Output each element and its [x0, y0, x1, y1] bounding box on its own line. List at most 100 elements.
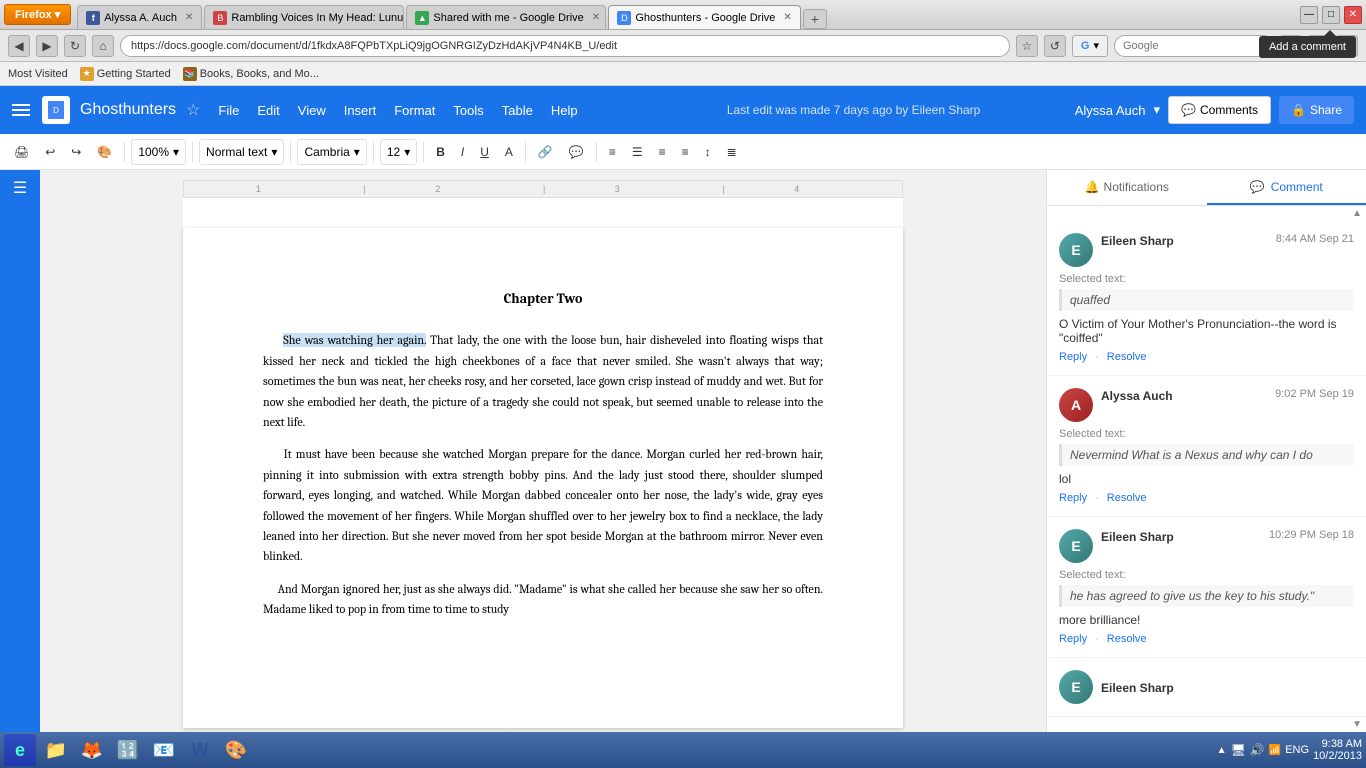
maximize-button[interactable]: □ [1322, 6, 1340, 24]
reload-button[interactable]: ↻ [64, 35, 86, 57]
scroll-down-arrow[interactable]: ▼ [1352, 719, 1362, 730]
align-center-button[interactable]: ☰ [626, 139, 649, 165]
search-input[interactable] [1114, 35, 1274, 57]
bold-button[interactable]: B [430, 139, 451, 165]
comment-tab-label: Comment [1271, 180, 1323, 194]
reply-button-3[interactable]: Reply [1059, 633, 1087, 645]
link-button[interactable]: 🔗 [532, 139, 559, 165]
resolve-button-1[interactable]: Resolve [1107, 351, 1147, 363]
close-button[interactable]: ✕ [1344, 6, 1362, 24]
menu-edit[interactable]: Edit [249, 99, 287, 122]
google-search-engine[interactable]: G ▾ [1072, 35, 1108, 57]
menu-file[interactable]: File [210, 99, 247, 122]
user-dropdown[interactable]: ▾ [1154, 102, 1161, 118]
reply-button-2[interactable]: Reply [1059, 492, 1087, 504]
tab-blog[interactable]: B Rambling Voices In My Head: Lunula ✕ [204, 5, 404, 29]
taskbar-word-icon[interactable]: W [184, 734, 216, 766]
bookmark-most-visited[interactable]: Most Visited [8, 68, 68, 80]
menu-help[interactable]: Help [543, 99, 586, 122]
share-button[interactable]: 🔒 Share [1279, 96, 1354, 124]
new-tab-button[interactable]: + [803, 9, 827, 29]
document-page[interactable]: Chapter Two She was watching her again. … [183, 228, 903, 728]
menu-insert[interactable]: Insert [336, 99, 385, 122]
font-select[interactable]: Cambria ▾ [297, 139, 366, 165]
comment-quote-3: he has agreed to give us the key to his … [1059, 585, 1354, 607]
language-indicator[interactable]: ENG [1285, 744, 1309, 756]
zoom-select[interactable]: 100% ▾ [131, 139, 186, 165]
tray-wifi[interactable]: 📶 [1269, 745, 1281, 756]
tab-gdoc[interactable]: D Ghosthunters - Google Drive ✕ [608, 5, 800, 29]
italic-button[interactable]: I [455, 139, 470, 165]
underline-button[interactable]: U [474, 139, 495, 165]
sidebar-menu-icon[interactable]: ☰ [13, 178, 27, 198]
comments-button[interactable]: 💬 Comments [1168, 96, 1271, 124]
align-left-button[interactable]: ≡ [603, 139, 622, 165]
forward-button[interactable]: ▶ [36, 35, 58, 57]
comment-text-2: lol [1059, 472, 1354, 486]
home-button[interactable]: ⌂ [92, 35, 114, 57]
tray-network[interactable]: 🖥 [1231, 743, 1246, 757]
taskbar-outlook-icon[interactable]: 📧 [148, 734, 180, 766]
paint-format-button[interactable]: 🎨 [91, 139, 118, 165]
taskbar-ie-icon[interactable]: e [4, 734, 36, 766]
insert-comment-button[interactable]: 💬 [563, 139, 590, 165]
star-button[interactable]: ☆ [186, 100, 200, 120]
tray-sound[interactable]: 🔊 [1250, 743, 1265, 757]
comment-tab[interactable]: 💬 Comment Add a comment [1207, 170, 1366, 205]
menu-view[interactable]: View [290, 99, 334, 122]
tab-close-facebook[interactable]: ✕ [185, 12, 193, 23]
comment-meta-2: Alyssa Auch 9:02 PM Sep 19 [1101, 388, 1354, 403]
back-button[interactable]: ◀ [8, 35, 30, 57]
bookmark-label-getting-started: Getting Started [97, 68, 171, 80]
taskbar-paint-icon[interactable]: 🎨 [220, 734, 252, 766]
menu-table[interactable]: Table [494, 99, 541, 122]
comment-author-3: Eileen Sharp [1101, 530, 1174, 544]
document-viewport[interactable]: | | | 1 2 3 4 Chapter Two She was watchi… [40, 170, 1046, 732]
comment-author-2: Alyssa Auch [1101, 389, 1173, 403]
highlighted-text: She was watching her again. [283, 333, 426, 347]
text-color-button[interactable]: A [499, 139, 519, 165]
system-tray: ▲ 🖥 🔊 📶 ENG 9:38 AM 10/2/2013 [1217, 738, 1362, 762]
url-input[interactable]: https://docs.google.com/document/d/1fkdx… [120, 35, 1010, 57]
resolve-button-3[interactable]: Resolve [1107, 633, 1147, 645]
bookmark-getting-started[interactable]: ★ Getting Started [80, 67, 171, 81]
comment-icon: 💬 [1181, 103, 1196, 117]
bookmark-books[interactable]: 📚 Books, Books, and Mo... [183, 67, 319, 81]
align-justify-button[interactable]: ≡ [676, 139, 695, 165]
reply-button-1[interactable]: Reply [1059, 351, 1087, 363]
hamburger-menu[interactable] [12, 100, 32, 120]
align-right-button[interactable]: ≡ [653, 139, 672, 165]
firefox-menu-button[interactable]: Firefox ▾ [4, 4, 71, 25]
comments-list[interactable]: E Eileen Sharp 8:44 AM Sep 21 Selected t… [1047, 221, 1366, 716]
refresh-button[interactable]: ↺ [1044, 35, 1066, 57]
resolve-button-2[interactable]: Resolve [1107, 492, 1147, 504]
tray-arrow[interactable]: ▲ [1217, 745, 1227, 756]
comment-text-3: more brilliance! [1059, 613, 1354, 627]
print-button[interactable]: 🖨 [8, 139, 35, 165]
menu-format[interactable]: Format [386, 99, 443, 122]
tab-close-gdrive[interactable]: ✕ [592, 12, 600, 23]
bookmark-star[interactable]: ☆ [1016, 35, 1038, 57]
avatar-eileen-3: E [1059, 529, 1093, 563]
list-button[interactable]: ≣ [721, 139, 743, 165]
comment-time-3: 10:29 PM Sep 18 [1269, 529, 1354, 541]
taskbar-folder-icon[interactable]: 📁 [40, 734, 72, 766]
style-select[interactable]: Normal text ▾ [199, 139, 284, 165]
style-value: Normal text [206, 145, 267, 159]
taskbar-calculator-icon[interactable]: 🔢 [112, 734, 144, 766]
tab-close-gdoc[interactable]: ✕ [783, 12, 791, 23]
menu-tools[interactable]: Tools [445, 99, 491, 122]
line-spacing-button[interactable]: ↕ [699, 139, 717, 165]
tab-gdrive[interactable]: ▲ Shared with me - Google Drive ✕ [406, 5, 606, 29]
header-right: Alyssa Auch ▾ 💬 Comments 🔒 Share [1075, 96, 1354, 124]
document-title[interactable]: Ghosthunters [80, 101, 176, 119]
taskbar-firefox-icon[interactable]: 🦊 [76, 734, 108, 766]
undo-button[interactable]: ↩ [39, 139, 61, 165]
minimize-button[interactable]: — [1300, 6, 1318, 24]
comment-actions-3: Reply · Resolve [1059, 633, 1354, 645]
notifications-tab[interactable]: 🔔 Notifications [1047, 170, 1207, 205]
fontsize-select[interactable]: 12 ▾ [380, 139, 417, 165]
tab-facebook[interactable]: f Alyssa A. Auch ✕ [77, 5, 202, 29]
scroll-up-arrow[interactable]: ▲ [1352, 208, 1362, 219]
redo-button[interactable]: ↪ [65, 139, 87, 165]
